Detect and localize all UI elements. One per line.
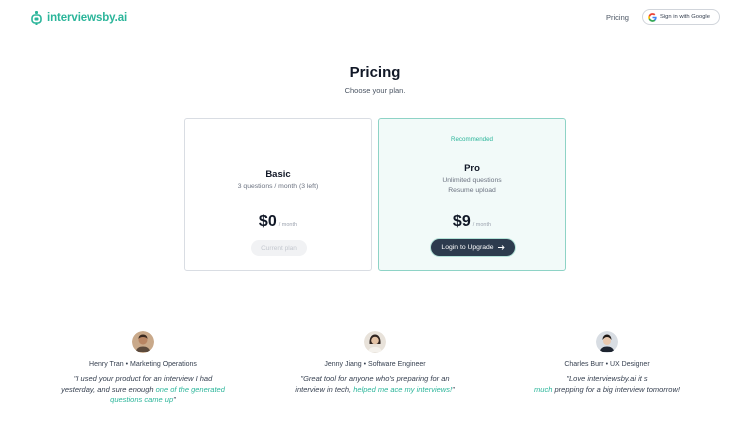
plan-feature: Unlimited questions xyxy=(442,177,502,184)
plan-name: Pro xyxy=(464,163,480,174)
plan-card-basic: Basic 3 questions / month (3 left) $0/ m… xyxy=(184,118,372,271)
plan-name: Basic xyxy=(265,169,291,180)
google-signin-label: Sign in with Google xyxy=(660,14,710,20)
plan-price-row: $0/ month xyxy=(185,213,371,231)
recommended-badge: Recommended xyxy=(451,136,493,143)
testimonial-author: Charles Burr • UX Designer xyxy=(564,361,650,368)
plan-price: $9 xyxy=(452,213,471,230)
top-nav: interviewsby.ai Pricing Sign in with Goo… xyxy=(0,0,750,36)
testimonial-card: Charles Burr • UX Designer "Love intervi… xyxy=(492,331,722,395)
testimonial-quote: "Great tool for anyone who's preparing f… xyxy=(295,374,455,394)
avatar xyxy=(364,331,386,353)
arrow-right-icon xyxy=(497,245,505,250)
upgrade-button-label: Login to Upgrade xyxy=(441,244,494,251)
google-signin-button[interactable]: Sign in with Google xyxy=(642,9,720,25)
plan-price: $0 xyxy=(258,213,277,230)
plan-period: / month xyxy=(278,222,298,228)
avatar xyxy=(132,331,154,353)
avatar xyxy=(596,331,618,353)
testimonial-author: Henry Tran • Marketing Operations xyxy=(89,361,197,368)
current-plan-button: Current plan xyxy=(251,240,307,256)
testimonial-author: Jenny Jiang • Software Engineer xyxy=(324,361,426,368)
testimonial-quote: "Love interviewsby.ai it s much prepping… xyxy=(534,374,680,394)
plan-description: 3 questions / month (3 left) xyxy=(237,183,319,190)
nav-link-pricing[interactable]: Pricing xyxy=(606,13,629,22)
plan-period: / month xyxy=(472,222,492,228)
testimonial-card: Henry Tran • Marketing Operations "I use… xyxy=(28,331,258,406)
testimonial-card: Jenny Jiang • Software Engineer "Great t… xyxy=(260,331,490,395)
brand-logo-link[interactable]: interviewsby.ai xyxy=(30,10,127,26)
page-subtitle: Choose your plan. xyxy=(344,86,406,95)
login-to-upgrade-button[interactable]: Login to Upgrade xyxy=(431,239,515,256)
robot-mic-icon xyxy=(31,11,42,25)
plan-price-row: $9/ month xyxy=(379,213,565,231)
brand-name: interviewsby.ai xyxy=(47,12,128,24)
google-g-icon xyxy=(648,12,657,22)
testimonial-quote: "I used your product for an interview I … xyxy=(61,374,225,404)
page-title: Pricing xyxy=(349,64,401,81)
plan-feature: Resume upload xyxy=(448,187,496,194)
plan-card-pro: Recommended Pro Unlimited questions Resu… xyxy=(378,118,566,271)
